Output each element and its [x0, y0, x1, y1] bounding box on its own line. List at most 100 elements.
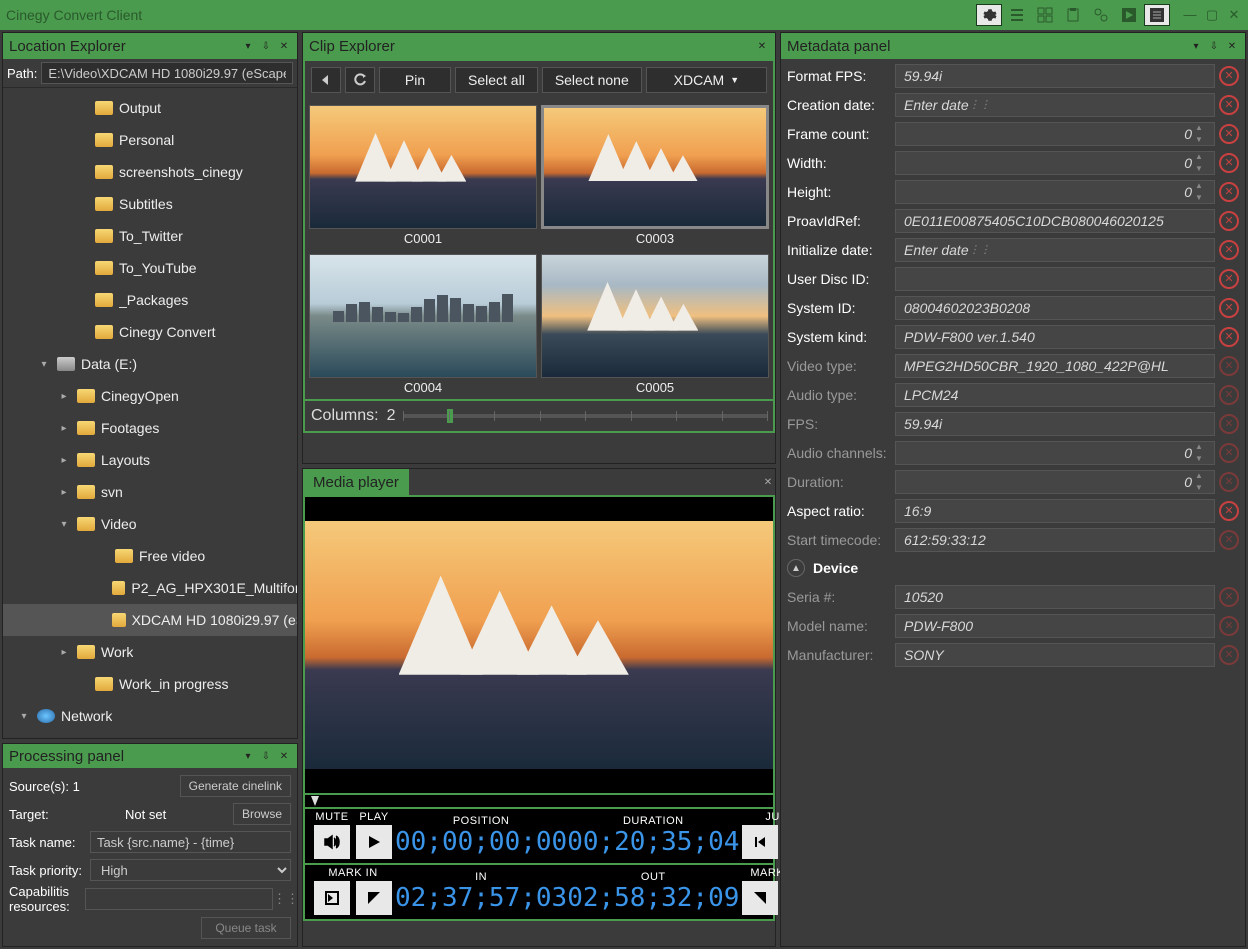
metadata-value[interactable]: 0E011E00875405C10DCB080046020125	[895, 209, 1215, 233]
metadata-value[interactable]: 08004602023B0208	[895, 296, 1215, 320]
metadata-value[interactable]: 59.94i	[895, 64, 1215, 88]
metadata-value[interactable]: 10520	[895, 585, 1215, 609]
list-icon[interactable]	[1004, 4, 1030, 26]
play-icon[interactable]	[1116, 4, 1142, 26]
spinner[interactable]: ▲▼	[1192, 151, 1206, 175]
metadata-value[interactable]	[895, 267, 1215, 291]
clear-icon[interactable]: ✕	[1219, 327, 1239, 347]
metadata-value[interactable]: SONY	[895, 643, 1215, 667]
clear-icon[interactable]: ✕	[1219, 616, 1239, 636]
clip-thumbnail[interactable]: C0004	[309, 254, 537, 399]
pin-icon[interactable]: ⇩	[259, 39, 273, 53]
metadata-value[interactable]: LPCM24	[895, 383, 1215, 407]
play-button[interactable]	[356, 825, 392, 859]
timeline[interactable]	[303, 795, 775, 809]
panel-close-icon[interactable]: ✕	[277, 39, 291, 53]
clear-icon[interactable]: ✕	[1219, 240, 1239, 260]
grid-icon[interactable]	[1032, 4, 1058, 26]
select-none-button[interactable]: Select none	[542, 67, 642, 93]
tree-node[interactable]: To_YouTube	[3, 252, 297, 284]
metadata-value[interactable]: 612:59:33:12	[895, 528, 1215, 552]
pin-button[interactable]: Pin	[379, 67, 451, 93]
tree-node[interactable]: _Packages	[3, 284, 297, 316]
metadata-value[interactable]: 0▲▼	[895, 470, 1215, 494]
tree-node[interactable]: ▸CinegyOpen	[3, 380, 297, 412]
clear-icon[interactable]: ✕	[1219, 356, 1239, 376]
clear-icon[interactable]: ✕	[1219, 385, 1239, 405]
clear-icon[interactable]: ✕	[1219, 501, 1239, 521]
metadata-value[interactable]: 0▲▼	[895, 151, 1215, 175]
spinner[interactable]: ▲▼	[1192, 470, 1206, 494]
tree-node[interactable]: ▸Work	[3, 636, 297, 668]
metadata-value[interactable]: 0▲▼	[895, 180, 1215, 204]
metadata-value[interactable]: Enter date⋮⋮	[895, 93, 1215, 117]
metadata-value[interactable]: 59.94i	[895, 412, 1215, 436]
tree-node[interactable]: XDCAM HD 1080i29.97 (eScapes)	[3, 604, 297, 636]
task-name-input[interactable]	[90, 831, 291, 853]
tree-node[interactable]: Free video	[3, 540, 297, 572]
spinner[interactable]: ▲▼	[1192, 441, 1206, 465]
tree-node[interactable]: Personal	[3, 124, 297, 156]
spinner[interactable]: ▲▼	[1192, 122, 1206, 146]
metadata-value[interactable]: PDW-F800 ver.1.540	[895, 325, 1215, 349]
folder-tree[interactable]: OutputPersonalscreenshots_cinegySubtitle…	[3, 87, 297, 738]
metadata-value[interactable]: 0▲▼	[895, 441, 1215, 465]
generate-cinelink-button[interactable]: Generate cinelink	[180, 775, 291, 797]
format-dropdown[interactable]: XDCAM▼	[646, 67, 767, 93]
tree-node[interactable]: ▾Data (E:)	[3, 348, 297, 380]
settings-icon[interactable]	[976, 4, 1002, 26]
clear-icon[interactable]: ✕	[1219, 182, 1239, 202]
clear-icon[interactable]: ✕	[1219, 587, 1239, 607]
clear-icon[interactable]: ✕	[1219, 153, 1239, 173]
tree-node[interactable]: To_Twitter	[3, 220, 297, 252]
media-viewport[interactable]	[303, 495, 775, 795]
clip-thumbnail[interactable]: C0003	[541, 105, 769, 250]
metadata-section-device[interactable]: ▲Device	[787, 554, 1239, 582]
columns-slider[interactable]	[403, 414, 767, 418]
panel-menu-icon[interactable]: ▾	[241, 39, 255, 53]
pin-icon[interactable]: ⇩	[259, 749, 273, 763]
maximize-button[interactable]: ▢	[1204, 7, 1220, 23]
panel-icon[interactable]	[1144, 4, 1170, 26]
clear-icon[interactable]: ✕	[1219, 124, 1239, 144]
path-input[interactable]	[41, 62, 293, 84]
spinner[interactable]: ▲▼	[1192, 180, 1206, 204]
panel-menu-icon[interactable]: ▾	[241, 749, 255, 763]
minimize-button[interactable]: —	[1182, 7, 1198, 23]
clipboard-icon[interactable]	[1060, 4, 1086, 26]
tree-node[interactable]: ▸svn	[3, 476, 297, 508]
tree-node[interactable]: ▾Network	[3, 700, 297, 732]
jump-prev-button[interactable]	[742, 825, 778, 859]
mark-in-goto-button[interactable]	[314, 881, 350, 915]
clear-icon[interactable]: ✕	[1219, 472, 1239, 492]
clear-icon[interactable]: ✕	[1219, 530, 1239, 550]
panel-menu-icon[interactable]: ▾	[1189, 39, 1203, 53]
tree-node[interactable]: screenshots_cinegy	[3, 156, 297, 188]
metadata-value[interactable]: MPEG2HD50CBR_1920_1080_422P@HL	[895, 354, 1215, 378]
tree-node[interactable]: ▸Footages	[3, 412, 297, 444]
panel-close-icon[interactable]: ✕	[755, 39, 769, 53]
close-button[interactable]: ✕	[1226, 7, 1242, 23]
back-button[interactable]	[311, 67, 341, 93]
reload-button[interactable]	[345, 67, 375, 93]
task-priority-select[interactable]: High	[90, 859, 291, 881]
select-all-button[interactable]: Select all	[455, 67, 538, 93]
tree-node[interactable]: Subtitles	[3, 188, 297, 220]
clear-icon[interactable]: ✕	[1219, 298, 1239, 318]
gears-icon[interactable]	[1088, 4, 1114, 26]
tree-node[interactable]: ▾Video	[3, 508, 297, 540]
date-picker-icon[interactable]: ⋮⋮	[969, 243, 987, 256]
browse-button[interactable]: Browse	[233, 803, 291, 825]
tree-node[interactable]: Work_in progress	[3, 668, 297, 700]
queue-task-button[interactable]: Queue task	[201, 917, 291, 939]
capabilities-picker-icon[interactable]: ⋮⋮	[273, 891, 291, 907]
metadata-value[interactable]: 16:9	[895, 499, 1215, 523]
clear-icon[interactable]: ✕	[1219, 269, 1239, 289]
pin-icon[interactable]: ⇩	[1207, 39, 1221, 53]
date-picker-icon[interactable]: ⋮⋮	[969, 98, 987, 111]
clear-icon[interactable]: ✕	[1219, 414, 1239, 434]
clip-thumbnail[interactable]: C0005	[541, 254, 769, 399]
metadata-value[interactable]: Enter date⋮⋮	[895, 238, 1215, 262]
clip-thumbnail[interactable]: C0001	[309, 105, 537, 250]
clear-icon[interactable]: ✕	[1219, 95, 1239, 115]
